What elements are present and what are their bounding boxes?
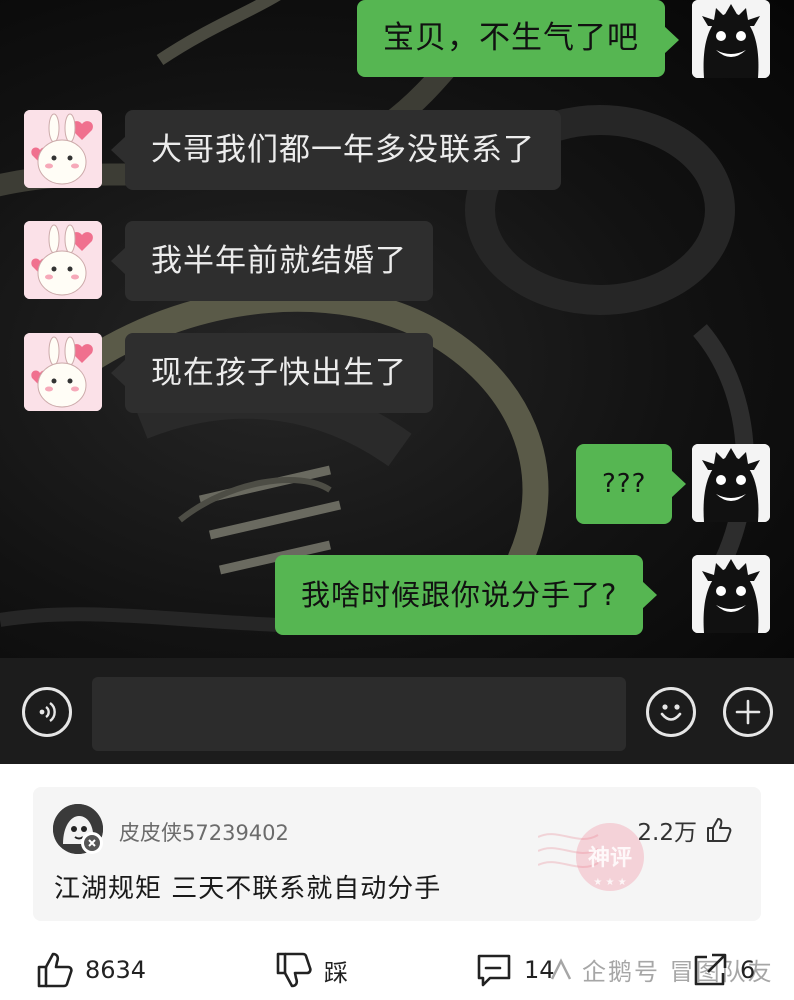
- hot-comment-card[interactable]: 皮皮侠57239402 神评 ★ ★ ★ 2.2万 江湖规矩 三天不联系就自动分…: [33, 787, 761, 921]
- bunny-icon: [24, 333, 102, 411]
- share-button[interactable]: 6: [690, 948, 755, 992]
- svg-text:神评: 神评: [588, 845, 632, 871]
- sender-avatar[interactable]: [692, 0, 770, 78]
- stamp-icon: 神评 ★ ★ ★: [537, 823, 644, 891]
- sent-message[interactable]: 我啥时候跟你说分手了?: [275, 555, 658, 635]
- shadow-face-icon: [692, 0, 770, 78]
- badge-icon: [84, 835, 100, 851]
- add-button[interactable]: [723, 687, 773, 737]
- comment-text: 江湖规矩 三天不联系就自动分手: [54, 874, 442, 904]
- user-badge: [81, 832, 103, 854]
- comment-button[interactable]: 14: [474, 948, 555, 992]
- commenter-name[interactable]: 皮皮侠57239402: [119, 817, 289, 847]
- thumbs-up-icon: [37, 952, 73, 988]
- thumbs-up-icon: [707, 818, 732, 842]
- plus-icon: [735, 699, 761, 725]
- emoji-button[interactable]: [646, 687, 696, 737]
- received-message[interactable]: 现在孩子快出生了: [111, 333, 433, 413]
- comment-icon: [477, 954, 511, 987]
- shadow-face-icon: [692, 555, 770, 633]
- penguin-logo-icon: [550, 957, 572, 980]
- sent-message[interactable]: ???: [576, 444, 687, 524]
- comment-like-count: 2.2万: [637, 820, 697, 846]
- receiver-avatar[interactable]: [24, 221, 102, 299]
- receiver-avatar[interactable]: [24, 110, 102, 188]
- sent-message[interactable]: 宝贝，不生气了吧: [357, 0, 679, 77]
- voice-button[interactable]: [22, 687, 72, 737]
- received-message[interactable]: 大哥我们都一年多没联系了: [111, 110, 561, 190]
- emoji-icon: [660, 704, 682, 721]
- shadow-face-icon: [692, 444, 770, 522]
- share-count: 6: [740, 956, 756, 984]
- like-count: 8634: [85, 956, 147, 984]
- dislike-button[interactable]: 踩: [274, 948, 348, 992]
- thumbs-down-icon: [276, 952, 312, 988]
- bunny-icon: [24, 221, 102, 299]
- voice-icon: [39, 702, 56, 722]
- received-message[interactable]: 我半年前就结婚了: [111, 221, 433, 301]
- message-input[interactable]: [92, 677, 626, 751]
- hot-comment-stamp: 神评 ★ ★ ★: [537, 807, 648, 911]
- bunny-icon: [24, 110, 102, 188]
- sender-avatar[interactable]: [692, 555, 770, 633]
- chat-screenshot: 宝贝，不生气了吧 大哥我们都一年多没联系了 我半年前就结婚了 现在孩子快出生了 …: [0, 0, 794, 658]
- like-button[interactable]: 8634: [35, 948, 146, 992]
- dislike-label: 踩: [324, 958, 348, 987]
- sender-avatar[interactable]: [692, 444, 770, 522]
- receiver-avatar[interactable]: [24, 333, 102, 411]
- comment-like-button[interactable]: 2.2万: [637, 813, 733, 847]
- svg-text:★ ★ ★: ★ ★ ★: [593, 877, 626, 888]
- share-icon: [694, 953, 727, 986]
- chat-input-bar: [0, 658, 794, 764]
